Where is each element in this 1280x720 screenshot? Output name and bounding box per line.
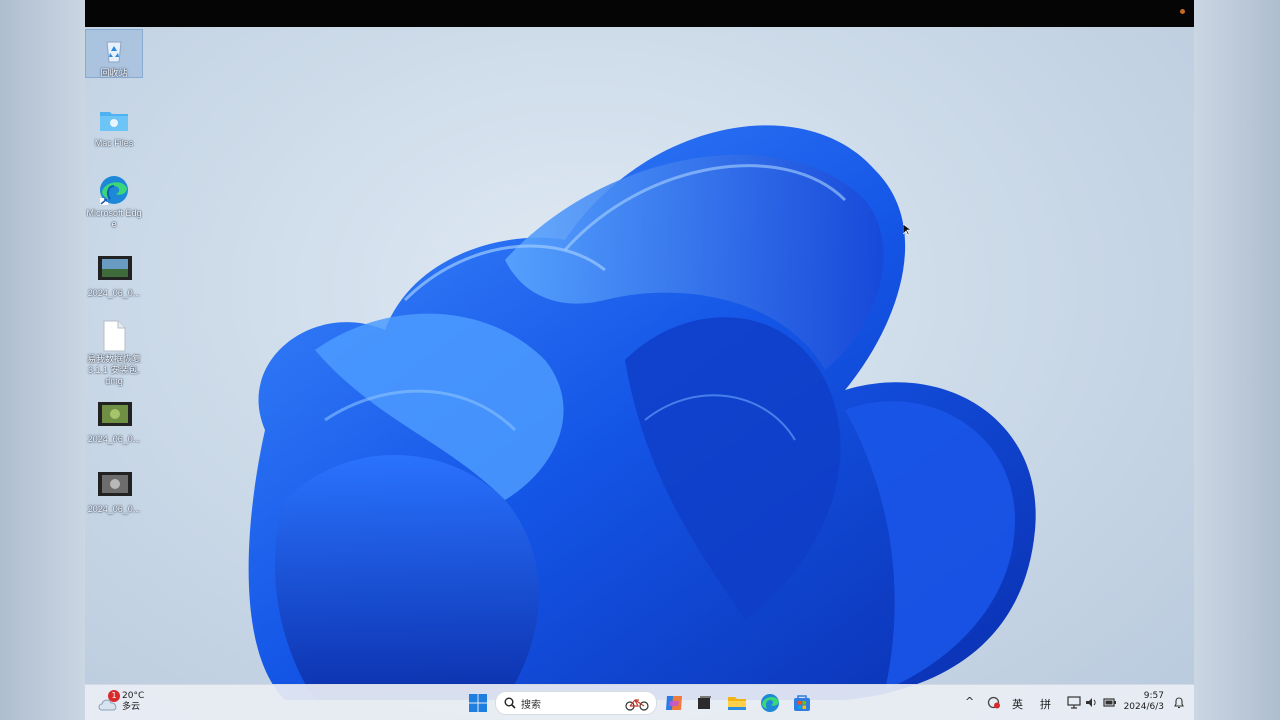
edge-icon bbox=[761, 694, 779, 712]
taskbar-clock[interactable]: 9:57 2024/6/3 bbox=[1124, 691, 1164, 713]
desktop-screen: 回收站 Mac Files Microsoft Edge 2024_06_0..… bbox=[85, 0, 1194, 720]
desktop-icon-microsoft-edge[interactable]: Microsoft Edge bbox=[86, 170, 142, 230]
recording-indicator bbox=[1180, 9, 1185, 14]
desktop-icon-label: Microsoft Edge bbox=[86, 208, 142, 229]
clock-date: 2024/6/3 bbox=[1123, 702, 1164, 712]
desktop-icon-label: 回收站 bbox=[100, 68, 128, 78]
edge-icon bbox=[98, 174, 130, 206]
ime-language-indicator[interactable]: 英 bbox=[1012, 696, 1023, 712]
outer-letterbox-left bbox=[0, 0, 85, 720]
search-label: 搜索 bbox=[521, 700, 541, 711]
top-bar bbox=[85, 0, 1194, 27]
volume-icon[interactable] bbox=[1085, 696, 1098, 709]
search-icon bbox=[504, 697, 516, 709]
weather-temp: 20°C bbox=[122, 691, 145, 701]
video-thumbnail-icon bbox=[98, 254, 132, 286]
notification-bell-icon[interactable] bbox=[1173, 696, 1185, 709]
windows-start-icon bbox=[469, 694, 487, 712]
task-view-icon bbox=[698, 696, 711, 709]
file-explorer-icon bbox=[728, 697, 746, 710]
desktop-icon-recycle-bin[interactable]: 回收站 bbox=[85, 29, 143, 78]
windows-start-button[interactable] bbox=[467, 692, 489, 714]
wallpaper-bloom bbox=[248, 125, 1036, 701]
copilot-icon bbox=[666, 696, 682, 710]
ime-mode-indicator[interactable]: 拼 bbox=[1040, 696, 1051, 712]
taskbar: 1 20°C 多云 搜索 ^ 英 拼 9:57 2024/6/3 bbox=[85, 684, 1194, 720]
taskbar-copilot[interactable] bbox=[663, 692, 685, 714]
taskbar-search-box[interactable]: 搜索 bbox=[495, 691, 657, 715]
taskbar-store[interactable] bbox=[791, 692, 813, 714]
video-thumbnail-icon bbox=[98, 400, 132, 432]
desktop-icon-video-3[interactable]: 2024_06_0... bbox=[86, 466, 142, 515]
weather-widget[interactable]: 1 20°C 多云 bbox=[97, 690, 157, 715]
tray-overflow-chevron[interactable]: ^ bbox=[965, 695, 974, 708]
battery-icon[interactable] bbox=[1103, 697, 1117, 708]
desktop-icon-label: 2024_06_0... bbox=[87, 434, 141, 444]
network-icon[interactable] bbox=[1067, 696, 1081, 709]
desktop-icon-dmg-file[interactable]: 易我数据恢复 3.1.1 安装包.dmg bbox=[86, 316, 142, 387]
desktop-icon-label: Mac Files bbox=[94, 138, 134, 148]
file-icon bbox=[98, 320, 130, 352]
video-thumbnail-icon bbox=[98, 470, 132, 502]
recycle-bin-icon bbox=[98, 34, 130, 66]
outer-letterbox-right bbox=[1194, 0, 1280, 720]
desktop-icon-label: 2024_06_0... bbox=[87, 288, 141, 298]
taskbar-file-explorer[interactable] bbox=[726, 692, 748, 714]
weather-condition: 多云 bbox=[122, 702, 141, 712]
desktop-icon-video-1[interactable]: 2024_06_0... bbox=[86, 250, 142, 299]
folder-icon bbox=[98, 104, 130, 136]
desktop-icon-label: 易我数据恢复 3.1.1 安装包.dmg bbox=[86, 354, 141, 386]
sync-icon[interactable] bbox=[987, 696, 1000, 709]
taskbar-edge[interactable] bbox=[759, 692, 781, 714]
taskbar-task-view[interactable] bbox=[693, 692, 715, 714]
desktop-icon-mac-files[interactable]: Mac Files bbox=[86, 100, 142, 149]
desktop-icon-label: 2024_06_0... bbox=[87, 504, 141, 514]
desktop-icon-video-2[interactable]: 2024_06_0... bbox=[86, 396, 142, 445]
bike-highlight-icon bbox=[625, 699, 649, 711]
mouse-cursor-icon bbox=[903, 224, 911, 236]
weather-text: 20°C 多云 bbox=[122, 691, 144, 713]
clock-time: 9:57 bbox=[1143, 691, 1164, 701]
notification-badge: 1 bbox=[108, 690, 120, 702]
store-icon bbox=[794, 695, 810, 711]
